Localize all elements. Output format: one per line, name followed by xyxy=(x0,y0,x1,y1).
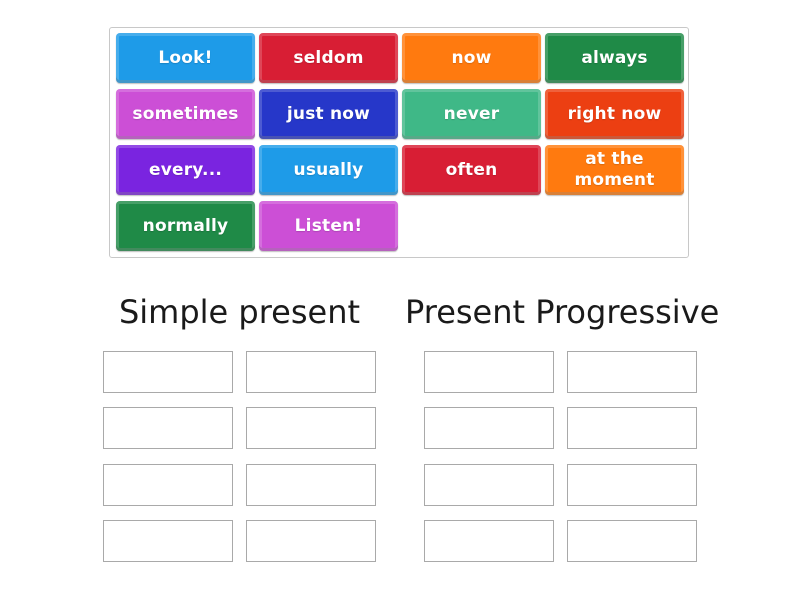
word-tile-label: every... xyxy=(148,160,223,180)
word-tile[interactable]: every... xyxy=(116,145,255,195)
word-tile[interactable]: usually xyxy=(259,145,398,195)
drop-slot-simple-present[interactable] xyxy=(246,520,376,562)
word-tile[interactable]: Look! xyxy=(116,33,255,83)
word-tile[interactable]: right now xyxy=(545,89,684,139)
word-tile[interactable]: never xyxy=(402,89,541,139)
drop-slot-present-progressive[interactable] xyxy=(424,520,554,562)
group-title-simple-present: Simple present xyxy=(118,293,361,331)
word-tile-label: just now xyxy=(286,104,371,124)
group-title-present-progressive: Present Progressive xyxy=(405,293,720,331)
word-tile-label: Listen! xyxy=(294,216,363,236)
drop-slot-simple-present[interactable] xyxy=(103,351,233,393)
drop-slot-present-progressive[interactable] xyxy=(567,407,697,449)
word-tile-label: seldom xyxy=(293,48,364,68)
word-tile[interactable]: Listen! xyxy=(259,201,398,251)
drop-slot-present-progressive[interactable] xyxy=(567,351,697,393)
word-tile[interactable]: always xyxy=(545,33,684,83)
word-tile[interactable]: often xyxy=(402,145,541,195)
word-tile-label: Look! xyxy=(158,48,213,68)
word-tile-label: now xyxy=(451,48,492,68)
drop-slot-simple-present[interactable] xyxy=(103,520,233,562)
drop-slot-present-progressive[interactable] xyxy=(424,407,554,449)
drop-slot-present-progressive[interactable] xyxy=(424,464,554,506)
word-tile-label: always xyxy=(581,48,648,68)
drop-slot-present-progressive[interactable] xyxy=(424,351,554,393)
word-tile[interactable]: just now xyxy=(259,89,398,139)
drop-slot-simple-present[interactable] xyxy=(246,351,376,393)
word-tile[interactable]: now xyxy=(402,33,541,83)
word-tile-label: usually xyxy=(293,160,364,180)
word-tile[interactable]: seldom xyxy=(259,33,398,83)
drop-slot-simple-present[interactable] xyxy=(103,464,233,506)
word-tile[interactable]: normally xyxy=(116,201,255,251)
word-tile-label: right now xyxy=(567,104,662,124)
word-tile-label: never xyxy=(443,104,500,124)
word-tile-label: often xyxy=(445,160,498,180)
drop-slot-present-progressive[interactable] xyxy=(567,520,697,562)
drop-slot-simple-present[interactable] xyxy=(103,407,233,449)
drop-slot-present-progressive[interactable] xyxy=(567,464,697,506)
word-tile[interactable]: sometimes xyxy=(116,89,255,139)
word-tile-label: normally xyxy=(142,216,229,236)
drop-slot-simple-present[interactable] xyxy=(246,407,376,449)
word-tile-label: sometimes xyxy=(132,104,239,124)
group-sort-activity: Look! seldom now always sometimes just now nev… xyxy=(0,0,800,600)
drop-slot-simple-present[interactable] xyxy=(246,464,376,506)
word-tile-label: at the moment xyxy=(574,149,655,190)
word-tile[interactable]: at the moment xyxy=(545,145,684,195)
